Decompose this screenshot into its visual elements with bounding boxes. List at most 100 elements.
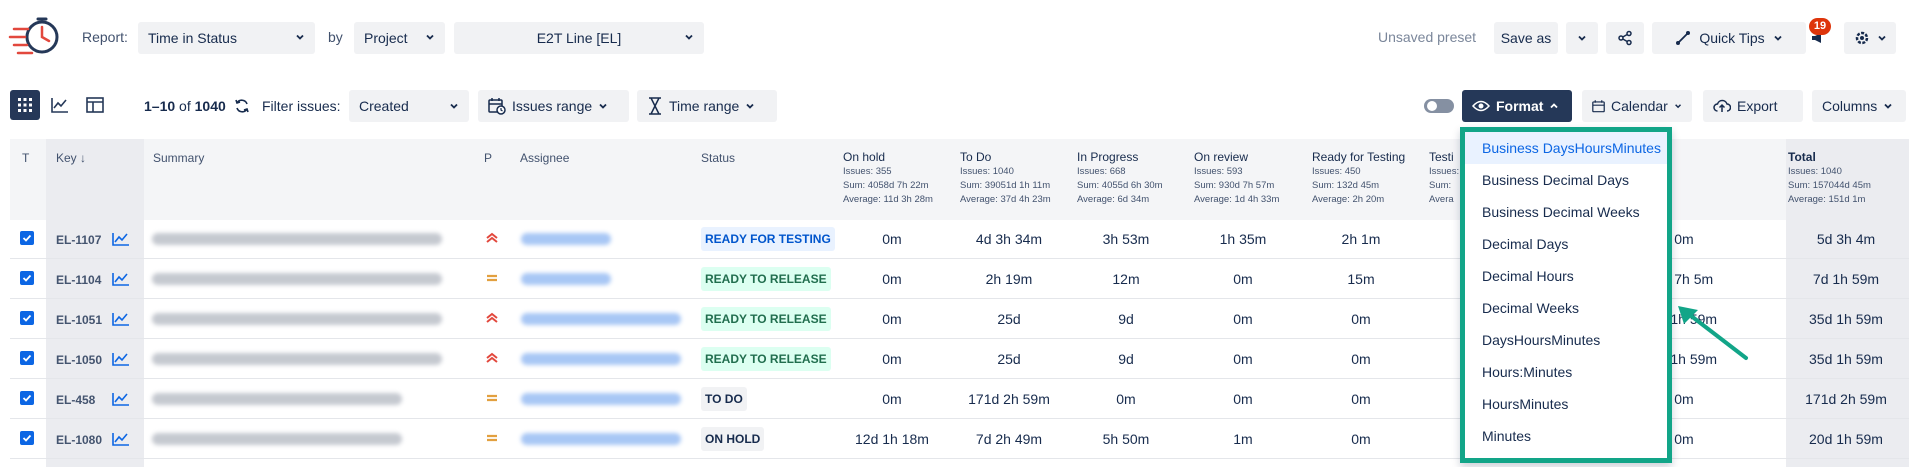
assignee-redacted[interactable] xyxy=(521,353,681,365)
status-col-header[interactable]: On hold Issues: 355 Sum: 4058d 7h 22m Avera… xyxy=(843,149,953,207)
row-checkbox[interactable] xyxy=(20,391,34,405)
summary-redacted[interactable] xyxy=(152,393,402,405)
export-button[interactable]: Export xyxy=(1703,90,1803,122)
filter-select[interactable]: Created xyxy=(349,90,469,122)
share-icon xyxy=(1618,30,1632,46)
format-option[interactable]: HoursMinutes xyxy=(1465,388,1667,420)
status-col-header[interactable]: In Progress Issues: 668 Sum: 4055d 6h 30m A… xyxy=(1077,149,1187,207)
report-select[interactable]: Time in Status xyxy=(138,22,315,54)
checkmark-icon xyxy=(22,354,32,362)
summary-redacted[interactable] xyxy=(152,313,442,325)
status-col-name: Ready for Testing xyxy=(1312,150,1406,164)
trend-chart-icon[interactable] xyxy=(112,312,130,326)
col-header-priority[interactable]: P xyxy=(484,151,492,165)
time-value: 0m xyxy=(882,391,902,407)
issue-key[interactable]: EL-1050 xyxy=(56,353,102,367)
by-select[interactable]: Project xyxy=(354,22,445,54)
status-col-header[interactable]: Ready for Testing Issues: 450 Sum: 132d 45… xyxy=(1312,149,1422,207)
status-col-header[interactable]: Testi Issues: Sum: Avera xyxy=(1429,149,1459,207)
share-button[interactable] xyxy=(1606,22,1644,54)
status-col-sum: Sum: 4058d 7h 22m xyxy=(843,180,929,191)
status-col-header[interactable]: Total Issues: 1040 Sum: 157044d 45m Average… xyxy=(1788,149,1903,207)
row-checkbox[interactable] xyxy=(20,231,34,245)
table-view-button[interactable] xyxy=(80,90,110,120)
trend-chart-icon[interactable] xyxy=(112,272,130,286)
status-col-avg: Average: 2h 20m xyxy=(1312,194,1385,205)
assignee-redacted[interactable] xyxy=(521,433,681,445)
issue-key[interactable]: EL-1107 xyxy=(56,233,101,247)
calendar-button[interactable]: Calendar xyxy=(1582,90,1692,122)
gear-icon xyxy=(1855,31,1869,45)
cloud-upload-icon xyxy=(1713,99,1731,112)
trend-chart-icon[interactable] xyxy=(112,432,130,446)
row-checkbox[interactable] xyxy=(20,311,34,325)
assignee-redacted[interactable] xyxy=(521,393,681,405)
col-header-status[interactable]: Status xyxy=(701,151,735,165)
trend-chart-icon[interactable] xyxy=(112,232,130,246)
col-header-type[interactable]: T xyxy=(22,151,29,165)
export-label: Export xyxy=(1737,98,1778,114)
col-header-summary[interactable]: Summary xyxy=(153,151,204,165)
project-select[interactable]: E2T Line [EL] xyxy=(454,22,704,54)
time-value: 0m xyxy=(1233,311,1253,327)
status-col-header[interactable]: To Do Issues: 1040 Sum: 39051d 1h 11m Avera… xyxy=(960,149,1070,207)
calendar-label: Calendar xyxy=(1611,98,1668,114)
quick-tips-button[interactable]: Quick Tips xyxy=(1652,22,1806,54)
app-logo-icon xyxy=(8,17,59,55)
issues-range-button[interactable]: Issues range xyxy=(478,90,629,122)
format-option[interactable]: Business Decimal Days xyxy=(1465,164,1667,196)
issue-key[interactable]: EL-1051 xyxy=(56,313,102,327)
row-checkbox[interactable] xyxy=(20,431,34,445)
count-of: of xyxy=(179,98,191,114)
status-badge: READY TO RELEASE xyxy=(701,347,831,371)
format-button[interactable]: Format xyxy=(1462,90,1572,122)
chart-view-button[interactable] xyxy=(45,90,75,120)
assignee-redacted[interactable] xyxy=(521,273,611,285)
trend-chart-icon[interactable] xyxy=(112,352,130,366)
format-label: Format xyxy=(1496,98,1544,114)
col-header-assignee[interactable]: Assignee xyxy=(520,151,569,165)
time-value: 0m xyxy=(1351,351,1371,367)
format-option[interactable]: Minutes xyxy=(1465,420,1667,452)
checkmark-icon xyxy=(22,394,32,402)
refresh-icon[interactable] xyxy=(234,98,250,114)
col-header-key[interactable]: Key ↓ xyxy=(56,151,86,165)
assignee-redacted[interactable] xyxy=(521,233,611,245)
format-option[interactable]: Decimal Days xyxy=(1465,228,1667,260)
priority-high-icon xyxy=(485,351,499,365)
settings-button[interactable] xyxy=(1844,22,1896,54)
time-value: 35d 1h 59m xyxy=(1809,311,1883,327)
time-value: 9d xyxy=(1118,311,1134,327)
status-col-sum: Sum: 930d 7h 57m xyxy=(1194,180,1275,191)
summary-redacted[interactable] xyxy=(152,433,402,445)
assignee-redacted[interactable] xyxy=(521,313,681,325)
format-option[interactable]: Decimal Weeks xyxy=(1465,292,1667,324)
format-option[interactable]: Business Decimal Weeks xyxy=(1465,196,1667,228)
issue-key[interactable]: EL-458 xyxy=(56,393,95,407)
time-range-button[interactable]: Time range xyxy=(637,90,777,122)
line-chart-icon xyxy=(51,98,68,113)
priority-high-icon xyxy=(485,311,499,325)
priority-medium-icon xyxy=(485,431,499,445)
format-option[interactable]: Decimal Hours xyxy=(1465,260,1667,292)
summary-redacted[interactable] xyxy=(152,233,442,245)
save-options-button[interactable] xyxy=(1566,22,1598,54)
status-col-header[interactable]: On review Issues: 593 Sum: 930d 7h 57m Aver… xyxy=(1194,149,1304,207)
summary-redacted[interactable] xyxy=(152,353,442,365)
columns-button[interactable]: Columns xyxy=(1812,90,1906,122)
row-checkbox[interactable] xyxy=(20,271,34,285)
time-value: 25d xyxy=(997,351,1021,367)
trend-chart-icon[interactable] xyxy=(112,392,130,406)
save-as-button[interactable]: Save as xyxy=(1494,22,1558,54)
toggle-switch[interactable] xyxy=(1424,99,1454,113)
time-value: 2h 1m xyxy=(1341,231,1381,247)
issue-key[interactable]: EL-1080 xyxy=(56,433,102,447)
summary-redacted[interactable] xyxy=(152,273,442,285)
format-option[interactable]: Hours:Minutes xyxy=(1465,356,1667,388)
format-option[interactable]: DaysHoursMinutes xyxy=(1465,324,1667,356)
format-option[interactable]: Business DaysHoursMinutes xyxy=(1465,132,1667,164)
issue-key[interactable]: EL-1104 xyxy=(56,273,101,287)
grid-view-button[interactable] xyxy=(10,90,40,120)
row-checkbox[interactable] xyxy=(20,351,34,365)
time-value: 0m xyxy=(1233,271,1253,287)
